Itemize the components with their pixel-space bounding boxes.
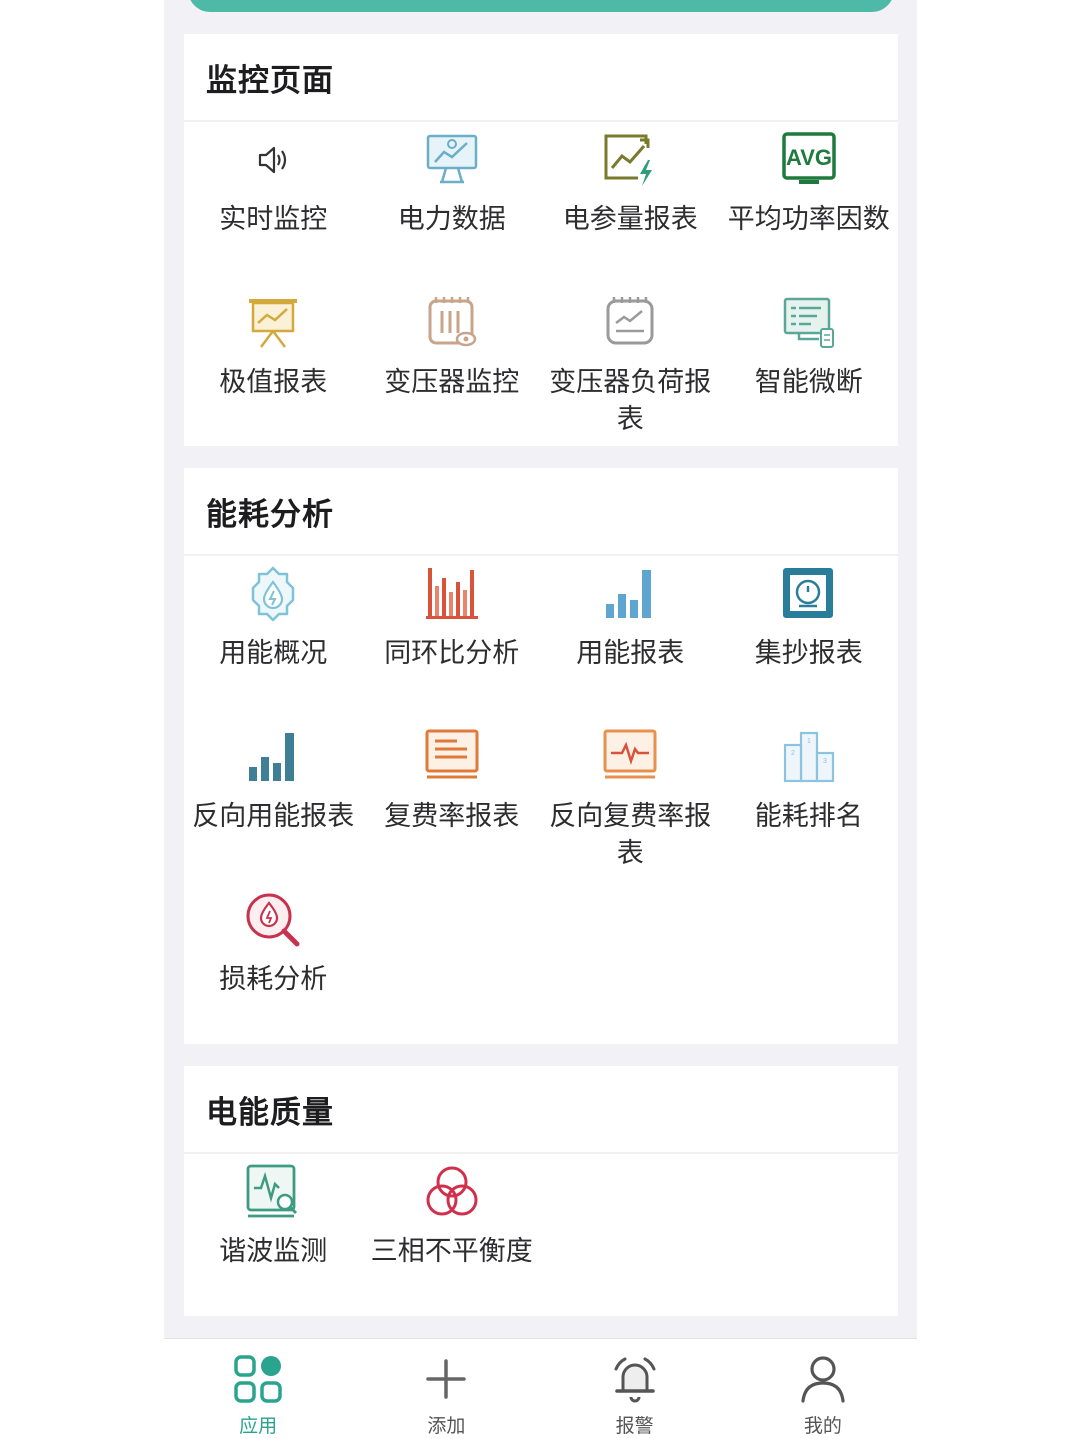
rate-report-icon [422, 727, 482, 787]
menu-item-label: 极值报表 [219, 367, 328, 398]
tab-label: 添加 [427, 1415, 466, 1437]
comparison-bars-icon [422, 564, 482, 624]
transformer-eye-icon [422, 293, 482, 353]
menu-item-label: 用能概况 [219, 638, 328, 669]
three-circles-icon [422, 1162, 482, 1222]
menu-item-label: 智能微断 [754, 367, 863, 398]
menu-item-label: 电力数据 [397, 204, 506, 235]
menu-item-multi-rate-report[interactable]: 复费率报表 [363, 719, 542, 882]
smart-breaker-icon [779, 293, 839, 353]
harmonic-search-icon [243, 1162, 303, 1222]
top-banner [188, 0, 894, 12]
menu-item-yoy-mom-analysis[interactable]: 同环比分析 [363, 556, 542, 719]
menu-item-harmonic-monitor[interactable]: 谐波监测 [184, 1154, 363, 1317]
energy-gear-drop-icon [243, 564, 303, 624]
menu-item-label: 能耗排名 [754, 801, 863, 832]
menu-item-electric-params-report[interactable]: 电参量报表 [541, 122, 720, 285]
menu-item-energy-ranking[interactable]: 1 2 3 能耗排名 [720, 719, 899, 882]
menu-item-smart-breaker[interactable]: 智能微断 [720, 285, 899, 448]
monitor-chart-icon [422, 130, 482, 190]
menu-item-loss-analysis[interactable]: 损耗分析 [184, 882, 363, 1045]
section-title: 电能质量 [206, 1094, 334, 1131]
svg-text:3: 3 [823, 758, 827, 765]
menu-item-label: 反向复费率报表 [549, 801, 712, 869]
menu-item-label: 复费率报表 [384, 801, 520, 832]
bottom-tab-bar: 应用 添加 报警 我的 [164, 1338, 917, 1439]
menu-item-label: 实时监控 [219, 204, 328, 235]
apps-icon [234, 1355, 282, 1403]
section-title: 能耗分析 [206, 496, 334, 533]
section-monitoring: 监控页面 实时监控 电力数据 电参量报表 AVG 平均功率因数 极值报表 变压器… [184, 34, 898, 446]
loss-search-icon [243, 890, 303, 950]
menu-item-power-data[interactable]: 电力数据 [363, 122, 542, 285]
app-screen: 监控页面 实时监控 电力数据 电参量报表 AVG 平均功率因数 极值报表 变压器… [164, 0, 917, 1439]
svg-text:1: 1 [807, 738, 811, 745]
section-header: 监控页面 [184, 34, 898, 122]
menu-item-reverse-energy-report[interactable]: 反向用能报表 [184, 719, 363, 882]
menu-item-energy-report[interactable]: 用能报表 [541, 556, 720, 719]
tab-add[interactable]: 添加 [352, 1339, 540, 1439]
podium-icon: 1 2 3 [779, 727, 839, 787]
menu-item-label: 谐波监测 [219, 1236, 328, 1267]
menu-item-label: 三相不平衡度 [370, 1236, 533, 1267]
bell-icon [614, 1357, 656, 1403]
svg-text:AVG: AVG [786, 145, 832, 170]
menu-item-extreme-report[interactable]: 极值报表 [184, 285, 363, 448]
menu-item-label: 变压器负荷报表 [549, 367, 712, 435]
transformer-load-icon [600, 293, 660, 353]
menu-item-label: 集抄报表 [754, 638, 863, 669]
energy-bars-icon [600, 564, 660, 624]
meter-reading-icon [779, 564, 839, 624]
section-header: 电能质量 [184, 1066, 898, 1154]
svg-text:2: 2 [791, 750, 795, 757]
tab-apps[interactable]: 应用 [164, 1339, 352, 1439]
tab-label: 我的 [803, 1415, 842, 1437]
section-power-quality: 电能质量 谐波监测 三相不平衡度 [184, 1066, 898, 1316]
section-energy-analysis: 能耗分析 用能概况 同环比分析 用能报表 集抄报表 反向用能报表 复费率报表 反… [184, 468, 898, 1044]
pulse-screen-icon [600, 727, 660, 787]
speaker-icon [243, 130, 303, 190]
menu-item-transformer-load-report[interactable]: 变压器负荷报表 [541, 285, 720, 448]
menu-item-label: 损耗分析 [219, 964, 328, 995]
menu-item-three-phase-unbalance[interactable]: 三相不平衡度 [363, 1154, 542, 1317]
menu-item-label: 同环比分析 [384, 638, 520, 669]
menu-item-meter-reading-report[interactable]: 集抄报表 [720, 556, 899, 719]
presentation-board-icon [243, 293, 303, 353]
trend-bolt-icon [600, 130, 660, 190]
menu-item-realtime-monitor[interactable]: 实时监控 [184, 122, 363, 285]
menu-item-label: 平均功率因数 [727, 204, 890, 235]
tab-label: 应用 [239, 1415, 278, 1437]
menu-item-avg-power-factor[interactable]: AVG 平均功率因数 [720, 122, 899, 285]
avg-icon: AVG [779, 130, 839, 190]
tab-alarm[interactable]: 报警 [541, 1339, 729, 1439]
plus-icon [426, 1359, 467, 1399]
user-icon [801, 1356, 845, 1403]
section-header: 能耗分析 [184, 468, 898, 556]
section-title: 监控页面 [206, 62, 334, 99]
menu-item-label: 用能报表 [576, 638, 685, 669]
menu-item-reverse-multi-rate-report[interactable]: 反向复费率报表 [541, 719, 720, 882]
tab-label: 报警 [615, 1415, 654, 1437]
menu-item-label: 电参量报表 [562, 204, 698, 235]
reverse-bars-icon [243, 727, 303, 787]
tab-mine[interactable]: 我的 [729, 1339, 917, 1439]
menu-item-transformer-monitor[interactable]: 变压器监控 [363, 285, 542, 448]
menu-item-energy-overview[interactable]: 用能概况 [184, 556, 363, 719]
menu-item-label: 变压器监控 [384, 367, 520, 398]
menu-item-label: 反向用能报表 [192, 801, 355, 832]
